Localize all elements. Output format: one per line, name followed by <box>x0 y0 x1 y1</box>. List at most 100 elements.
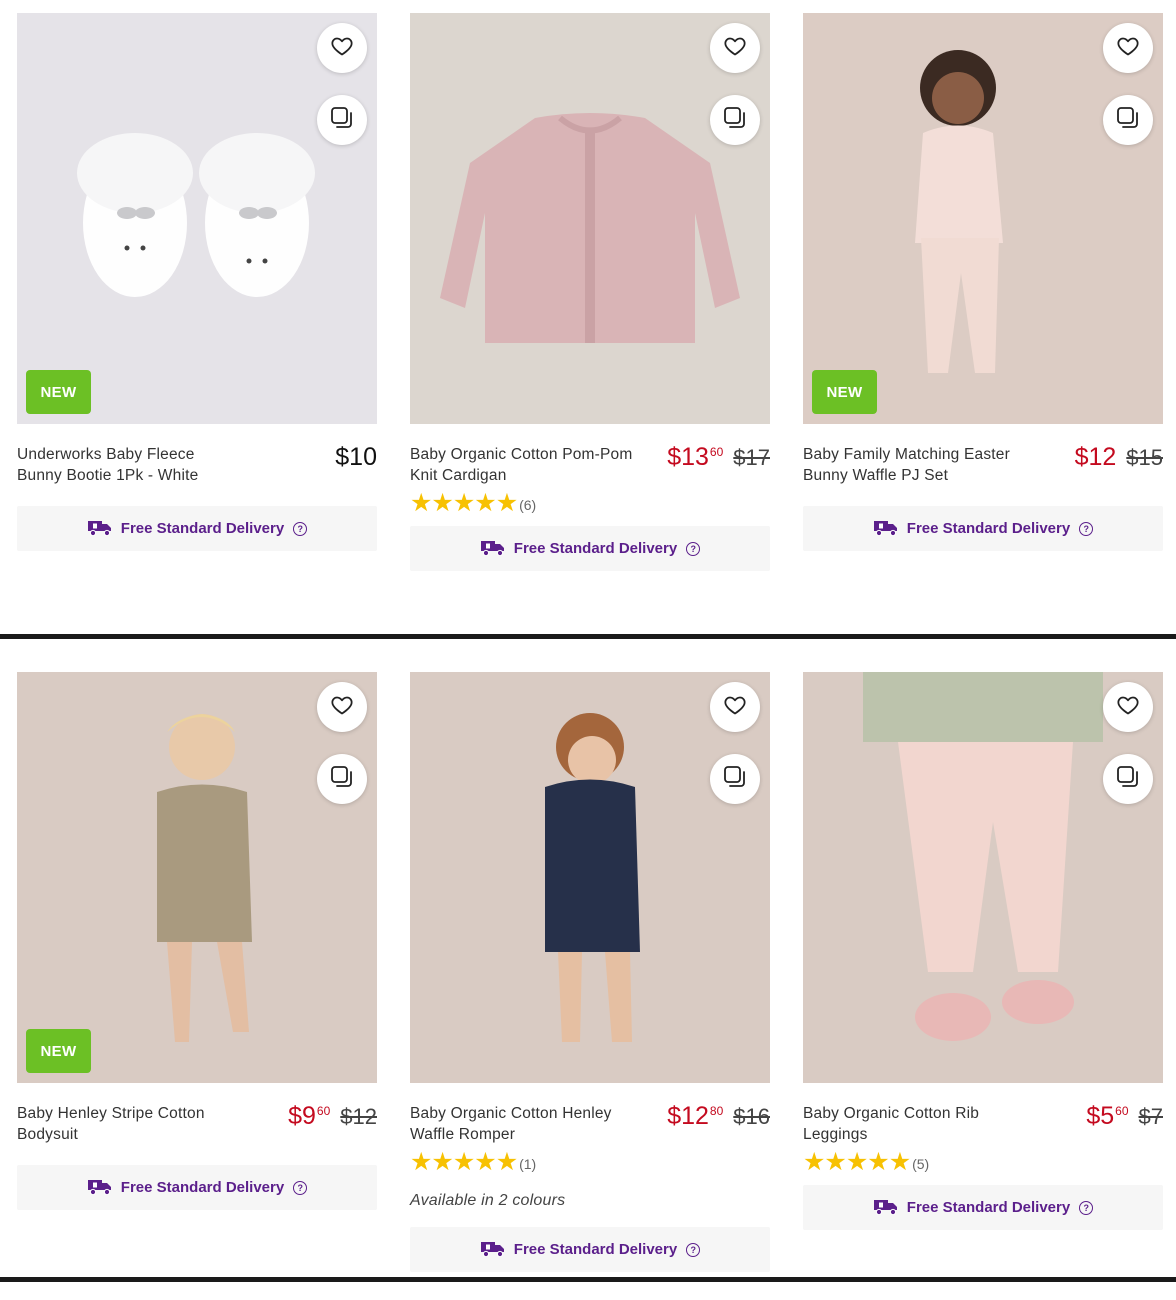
wishlist-button[interactable] <box>317 682 367 732</box>
product-info: Baby Henley Stripe Cotton Bodysuit $9 60 … <box>17 1102 377 1145</box>
rating: ★ ★ ★ ★ ★ (1) <box>410 1149 770 1175</box>
current-price: $9 60 <box>288 1102 330 1131</box>
product-image[interactable]: NEW <box>17 13 377 424</box>
quick-view-icon <box>329 105 355 136</box>
product-image[interactable]: NEW <box>803 13 1163 424</box>
quick-view-icon <box>722 105 748 136</box>
help-icon[interactable]: ? <box>686 541 701 556</box>
product-title[interactable]: Underworks Baby Fleece Bunny Bootie 1Pk … <box>17 444 242 486</box>
product-title[interactable]: Baby Organic Cotton Pom-Pom Knit Cardiga… <box>410 444 635 486</box>
product-photo <box>863 672 1103 1041</box>
heart-icon <box>330 34 354 63</box>
quick-view-button[interactable] <box>1103 95 1153 145</box>
quick-view-icon <box>722 764 748 795</box>
delivery-truck-icon <box>873 1196 900 1220</box>
product-image[interactable] <box>410 672 770 1083</box>
star-icon: ★ <box>495 1147 519 1176</box>
star-icon: ★ <box>845 1147 869 1176</box>
price-block: $5 60 $7 <box>1086 1102 1163 1145</box>
rating-stars: ★ ★ ★ ★ ★ <box>410 1147 519 1176</box>
quick-view-button[interactable] <box>1103 754 1153 804</box>
product-title[interactable]: Baby Organic Cotton Rib Leggings <box>803 1103 1028 1145</box>
quick-view-button[interactable] <box>710 754 760 804</box>
help-icon[interactable]: ? <box>293 1180 308 1195</box>
delivery-label: Free Standard Delivery <box>120 520 285 537</box>
price-dollars: $13 <box>667 443 709 471</box>
product-info: Baby Organic Cotton Henley Waffle Romper… <box>410 1102 770 1145</box>
delivery-banner[interactable]: Free Standard Delivery ? <box>410 1227 770 1272</box>
price-dollars: $12 <box>1074 443 1117 471</box>
delivery-truck-icon <box>87 1176 114 1200</box>
wishlist-button[interactable] <box>710 682 760 732</box>
star-icon: ★ <box>474 488 497 517</box>
rating-count: (6) <box>519 496 537 513</box>
star-icon: ★ <box>431 1147 454 1176</box>
wishlist-button[interactable] <box>1103 23 1153 73</box>
price-dollars: $5 <box>1086 1102 1115 1130</box>
current-price: $10 <box>335 443 377 472</box>
delivery-truck-icon <box>480 1238 507 1262</box>
delivery-banner[interactable]: Free Standard Delivery ? <box>803 506 1163 551</box>
delivery-truck-icon <box>480 537 507 561</box>
price-block: $10 <box>335 443 377 486</box>
help-icon[interactable]: ? <box>1079 1200 1094 1215</box>
rating: ★ ★ ★ ★ ★ (6) <box>410 490 770 516</box>
product-card[interactable]: NEW Underworks Baby Fleece Bunny Bootie … <box>17 13 377 551</box>
was-price: $7 <box>1138 1104 1163 1129</box>
delivery-label: Free Standard Delivery <box>513 1241 678 1258</box>
price-cents: 80 <box>709 1104 724 1118</box>
delivery-banner[interactable]: Free Standard Delivery ? <box>17 1165 377 1210</box>
product-image[interactable]: NEW <box>17 672 377 1083</box>
product-card[interactable]: NEW Baby Family Matching Easter Bunny Wa… <box>803 13 1163 551</box>
current-price: $12 80 <box>667 1102 723 1131</box>
wishlist-button[interactable] <box>710 23 760 73</box>
quick-view-button[interactable] <box>317 754 367 804</box>
heart-icon <box>330 693 354 722</box>
product-image[interactable] <box>410 13 770 424</box>
delivery-banner[interactable]: Free Standard Delivery ? <box>803 1185 1163 1230</box>
row-divider <box>0 1277 1176 1282</box>
rating-stars: ★ ★ ★ ★ ★ <box>803 1147 912 1176</box>
availability-text: Available in 2 colours <box>410 1192 566 1209</box>
product-card[interactable]: Baby Organic Cotton Henley Waffle Romper… <box>410 672 770 1272</box>
quick-view-icon <box>1115 764 1141 795</box>
price-block: $12 80 $16 <box>667 1102 770 1145</box>
product-photo <box>77 133 315 297</box>
was-price: $15 <box>1126 445 1163 470</box>
help-icon[interactable]: ? <box>293 521 308 536</box>
star-icon: ★ <box>824 1147 847 1176</box>
was-price: $12 <box>340 1104 377 1129</box>
product-card[interactable]: Baby Organic Cotton Rib Leggings $5 60 $7… <box>803 672 1163 1230</box>
delivery-label: Free Standard Delivery <box>906 1199 1071 1216</box>
star-icon: ★ <box>452 1147 476 1176</box>
quick-view-icon <box>329 764 355 795</box>
star-icon: ★ <box>867 1147 890 1176</box>
product-title[interactable]: Baby Henley Stripe Cotton Bodysuit <box>17 1103 242 1145</box>
price-block: $9 60 $12 <box>288 1102 377 1145</box>
new-badge: NEW <box>26 370 91 414</box>
product-photo <box>545 713 640 1042</box>
help-icon[interactable]: ? <box>1079 521 1094 536</box>
delivery-banner[interactable]: Free Standard Delivery ? <box>410 526 770 571</box>
star-icon: ★ <box>888 1147 912 1176</box>
product-title[interactable]: Baby Family Matching Easter Bunny Waffle… <box>803 444 1028 486</box>
rating-count: (5) <box>912 1155 930 1172</box>
price-block: $13 60 $17 <box>667 443 770 486</box>
star-icon: ★ <box>495 488 519 517</box>
product-card[interactable]: Baby Organic Cotton Pom-Pom Knit Cardiga… <box>410 13 770 571</box>
product-image[interactable] <box>803 672 1163 1083</box>
delivery-truck-icon <box>873 517 900 541</box>
product-title[interactable]: Baby Organic Cotton Henley Waffle Romper <box>410 1103 635 1145</box>
product-info: Underworks Baby Fleece Bunny Bootie 1Pk … <box>17 443 377 486</box>
star-icon: ★ <box>410 1147 433 1176</box>
wishlist-button[interactable] <box>317 23 367 73</box>
delivery-banner[interactable]: Free Standard Delivery ? <box>17 506 377 551</box>
product-photo <box>440 113 740 343</box>
help-icon[interactable]: ? <box>686 1242 701 1257</box>
product-info: Baby Organic Cotton Rib Leggings $5 60 $7 <box>803 1102 1163 1145</box>
quick-view-button[interactable] <box>317 95 367 145</box>
product-card[interactable]: NEW Baby Henley Stripe Cotton Bodysuit $… <box>17 672 377 1210</box>
quick-view-button[interactable] <box>710 95 760 145</box>
delivery-truck-icon <box>87 517 114 541</box>
wishlist-button[interactable] <box>1103 682 1153 732</box>
